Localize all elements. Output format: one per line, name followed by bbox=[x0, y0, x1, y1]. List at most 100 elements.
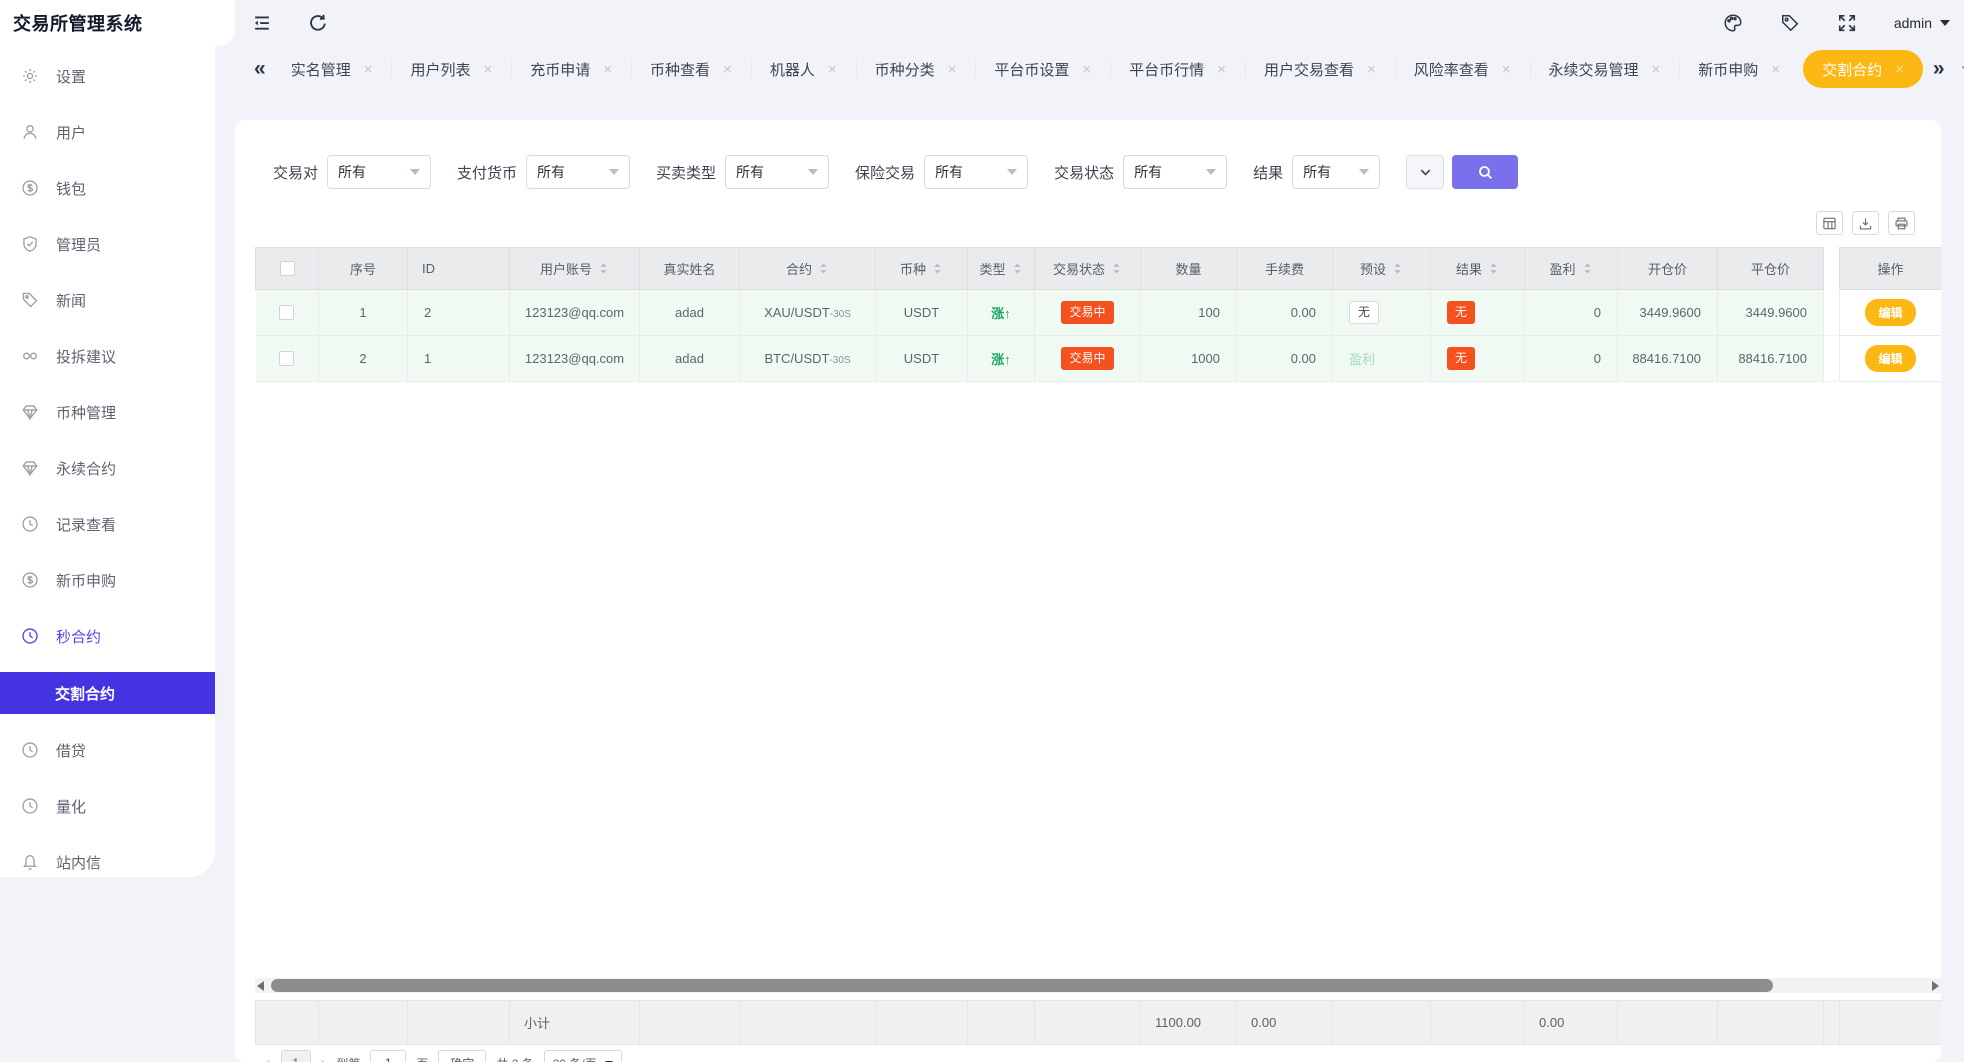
sort-icon[interactable] bbox=[598, 261, 609, 276]
column-header-fee[interactable]: 手续费 bbox=[1237, 248, 1333, 290]
current-page-button[interactable]: 1 bbox=[281, 1050, 311, 1062]
sidebar-item-news[interactable]: 新闻 bbox=[0, 272, 215, 328]
sort-icon[interactable] bbox=[1111, 261, 1122, 276]
filter-expand-button[interactable] bbox=[1406, 155, 1444, 189]
column-header-status[interactable]: 交易状态 bbox=[1035, 248, 1141, 290]
column-header-result[interactable]: 结果 bbox=[1431, 248, 1525, 290]
filter-select-pair[interactable]: 所有 bbox=[327, 155, 431, 189]
tab-close-icon[interactable]: × bbox=[1217, 61, 1226, 78]
tab-perpetual-trade-manage[interactable]: 永续交易管理× bbox=[1530, 49, 1680, 89]
filter-select-trade-type[interactable]: 所有 bbox=[725, 155, 829, 189]
page-jump-input[interactable] bbox=[370, 1050, 406, 1062]
tab-platform-coin-settings[interactable]: 平台币设置× bbox=[975, 49, 1110, 89]
tab-coin-category[interactable]: 币种分类× bbox=[856, 49, 976, 89]
tab-close-icon[interactable]: × bbox=[1502, 61, 1511, 78]
sidebar-item-seconds-contract[interactable]: 秒合约 bbox=[0, 608, 215, 664]
page-size-select[interactable]: 20 条/页 bbox=[544, 1050, 622, 1062]
tab-close-icon[interactable]: × bbox=[828, 61, 837, 78]
column-header-seq[interactable]: 序号 bbox=[319, 248, 408, 290]
column-header-account[interactable]: 用户账号 bbox=[510, 248, 640, 290]
export-button[interactable] bbox=[1852, 211, 1879, 235]
tab-robot[interactable]: 机器人× bbox=[751, 49, 856, 89]
tabs-scroll-right[interactable]: » bbox=[1927, 57, 1951, 81]
select-all-checkbox[interactable] bbox=[280, 261, 295, 276]
tag-icon[interactable] bbox=[1780, 13, 1800, 33]
sidebar-item-site-mail[interactable]: 站内信 bbox=[0, 834, 215, 890]
column-header-preset[interactable]: 预设 bbox=[1333, 248, 1431, 290]
filter-select-result[interactable]: 所有 bbox=[1292, 155, 1380, 189]
sidebar-item-settings[interactable]: 设置 bbox=[0, 48, 215, 104]
prev-page-button[interactable]: ‹ bbox=[265, 1053, 271, 1062]
sidebar-item-admins[interactable]: 管理员 bbox=[0, 216, 215, 272]
search-button[interactable] bbox=[1452, 155, 1518, 189]
next-page-button[interactable]: › bbox=[321, 1053, 327, 1062]
tabs-more-icon[interactable] bbox=[1959, 61, 1964, 77]
select-all-header[interactable] bbox=[256, 248, 319, 290]
tab-close-icon[interactable]: × bbox=[1895, 61, 1904, 78]
sort-icon[interactable] bbox=[1582, 261, 1593, 276]
scroll-right-arrow-icon[interactable] bbox=[1932, 981, 1939, 991]
sidebar-item-quant[interactable]: 量化 bbox=[0, 778, 215, 834]
filter-select-trade-status[interactable]: 所有 bbox=[1123, 155, 1227, 189]
user-menu[interactable]: admin bbox=[1894, 15, 1950, 31]
column-header-id[interactable]: ID bbox=[408, 248, 510, 290]
fullscreen-icon[interactable] bbox=[1837, 13, 1857, 33]
sort-icon[interactable] bbox=[1488, 261, 1499, 276]
column-header-coin[interactable]: 币种 bbox=[876, 248, 968, 290]
tab-close-icon[interactable]: × bbox=[1367, 61, 1376, 78]
tab-user-trade-view[interactable]: 用户交易查看× bbox=[1245, 49, 1395, 89]
tab-delivery-contract[interactable]: 交割合约× bbox=[1803, 50, 1923, 88]
refresh-icon[interactable] bbox=[308, 13, 328, 33]
tab-close-icon[interactable]: × bbox=[1652, 61, 1661, 78]
tabs-scroll-left[interactable]: « bbox=[248, 57, 272, 81]
column-header-contract[interactable]: 合约 bbox=[740, 248, 876, 290]
tab-close-icon[interactable]: × bbox=[364, 61, 373, 78]
tab-deposit-request[interactable]: 充币申请× bbox=[511, 49, 631, 89]
columns-button[interactable] bbox=[1816, 211, 1843, 235]
tab-real-name[interactable]: 实名管理× bbox=[272, 49, 392, 89]
row-checkbox[interactable] bbox=[279, 305, 294, 320]
tab-close-icon[interactable]: × bbox=[948, 61, 957, 78]
horizontal-scrollbar[interactable] bbox=[255, 978, 1941, 993]
sort-icon[interactable] bbox=[932, 261, 943, 276]
edit-button[interactable]: 编辑 bbox=[1865, 299, 1915, 326]
tab-user-list[interactable]: 用户列表× bbox=[391, 49, 511, 89]
menu-fold-icon[interactable] bbox=[252, 13, 272, 33]
scrollbar-thumb[interactable] bbox=[271, 979, 1773, 992]
sidebar-item-records[interactable]: 记录查看 bbox=[0, 496, 215, 552]
theme-palette-icon[interactable] bbox=[1723, 13, 1743, 33]
sort-icon[interactable] bbox=[1012, 261, 1023, 276]
confirm-button[interactable]: 确定 bbox=[438, 1050, 486, 1062]
column-header-close[interactable]: 平仓价 bbox=[1718, 248, 1824, 290]
sidebar-item-new-coin[interactable]: 新币申购 bbox=[0, 552, 215, 608]
sidebar-subitem-delivery-contract[interactable]: 交割合约 bbox=[0, 672, 215, 714]
column-header-type[interactable]: 类型 bbox=[968, 248, 1035, 290]
tab-close-icon[interactable]: × bbox=[723, 61, 732, 78]
sort-icon[interactable] bbox=[818, 261, 829, 276]
edit-button[interactable]: 编辑 bbox=[1865, 345, 1915, 372]
tab-close-icon[interactable]: × bbox=[483, 61, 492, 78]
sidebar-item-users[interactable]: 用户 bbox=[0, 104, 215, 160]
sort-icon[interactable] bbox=[1392, 261, 1403, 276]
tab-close-icon[interactable]: × bbox=[1771, 61, 1780, 78]
tab-platform-coin-market[interactable]: 平台币行情× bbox=[1110, 49, 1245, 89]
column-header-profit[interactable]: 盈利 bbox=[1525, 248, 1618, 290]
column-header-qty[interactable]: 数量 bbox=[1141, 248, 1237, 290]
tab-new-coin-subscribe[interactable]: 新币申购× bbox=[1679, 49, 1799, 89]
column-header-name[interactable]: 真实姓名 bbox=[640, 248, 740, 290]
scroll-left-arrow-icon[interactable] bbox=[257, 981, 264, 991]
row-checkbox[interactable] bbox=[279, 351, 294, 366]
sidebar-item-coin-manage[interactable]: 币种管理 bbox=[0, 384, 215, 440]
tab-close-icon[interactable]: × bbox=[603, 61, 612, 78]
filter-select-insurance[interactable]: 所有 bbox=[924, 155, 1028, 189]
tab-close-icon[interactable]: × bbox=[1082, 61, 1091, 78]
sidebar-item-perpetual-contract[interactable]: 永续合约 bbox=[0, 440, 215, 496]
sidebar-item-feedback[interactable]: 投拆建议 bbox=[0, 328, 215, 384]
filter-select-pay-currency[interactable]: 所有 bbox=[526, 155, 630, 189]
sidebar-item-loan[interactable]: 借贷 bbox=[0, 722, 215, 778]
tab-risk-rate-view[interactable]: 风险率查看× bbox=[1395, 49, 1530, 89]
sidebar-item-wallet[interactable]: 钱包 bbox=[0, 160, 215, 216]
column-header-action[interactable]: 操作 bbox=[1840, 248, 1942, 290]
print-button[interactable] bbox=[1888, 211, 1915, 235]
column-header-open[interactable]: 开仓价 bbox=[1618, 248, 1718, 290]
